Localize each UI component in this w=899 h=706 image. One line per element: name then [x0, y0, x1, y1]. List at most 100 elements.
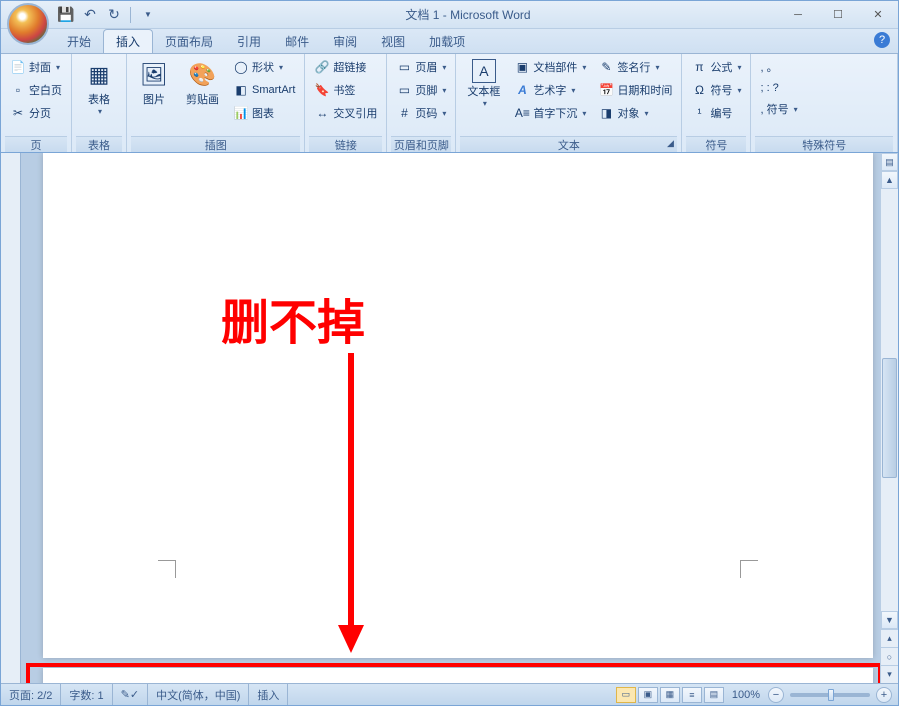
equation-button[interactable]: π公式▾	[686, 56, 746, 78]
blank-page-button[interactable]: ▫空白页	[5, 79, 67, 101]
group-header-footer-label: 页眉和页脚	[391, 136, 451, 152]
number-button[interactable]: ¹编号	[686, 102, 746, 124]
header-button[interactable]: ▭页眉▾	[391, 56, 451, 78]
tab-view[interactable]: 视图	[369, 30, 417, 53]
browse-object-button[interactable]: ○	[881, 647, 898, 665]
document-canvas[interactable]: ↵ 删不掉	[21, 153, 880, 683]
group-tables-label: 表格	[76, 136, 122, 152]
page-number-button[interactable]: #页码▾	[391, 102, 451, 124]
symbol-button[interactable]: Ω符号▾	[686, 79, 746, 101]
quick-parts-icon: ▣	[514, 59, 530, 75]
chart-button[interactable]: 📊图表	[228, 102, 300, 124]
cover-page-icon: 📄	[10, 59, 26, 75]
next-page-button[interactable]: ▾	[881, 665, 898, 683]
ribbon: 📄封面▾ ▫空白页 ✂分页 页 ▦ 表格▾ 表格 🖼图片 🎨剪贴画	[1, 53, 898, 153]
hyperlink-icon: 🔗	[314, 59, 330, 75]
zoom-slider[interactable]	[790, 693, 870, 697]
punct-row1-button[interactable]: , 。	[755, 56, 802, 78]
page-status[interactable]: 页面: 2/2	[1, 684, 61, 705]
print-layout-view-button[interactable]: ▭	[616, 687, 636, 703]
insert-mode-status[interactable]: 插入	[249, 684, 288, 705]
qat-save-button[interactable]: 💾	[55, 4, 77, 26]
scroll-up-button[interactable]: ▲	[881, 171, 898, 189]
outline-view-button[interactable]: ≡	[682, 687, 702, 703]
language-status[interactable]: 中文(简体，中国)	[148, 684, 249, 705]
page-number-icon: #	[396, 105, 412, 121]
zoom-slider-thumb[interactable]	[828, 689, 834, 701]
annotation-text: 删不掉	[221, 283, 365, 353]
picture-button[interactable]: 🖼图片	[131, 56, 177, 110]
help-button[interactable]: ?	[874, 32, 890, 48]
group-links-label: 链接	[309, 136, 382, 152]
punct-row2-button[interactable]: ; : ?	[755, 79, 802, 97]
ruler-toggle-button[interactable]: ▤	[881, 153, 898, 171]
textbox-button[interactable]: A文本框▾	[460, 56, 507, 111]
qat-customize-button[interactable]: ▼	[136, 4, 158, 26]
wordart-button[interactable]: A艺术字▾	[509, 79, 591, 101]
group-symbols-label: 符号	[686, 136, 746, 152]
proofing-status[interactable]: ✎✓	[113, 684, 148, 705]
number-icon: ¹	[691, 105, 707, 121]
smartart-button[interactable]: ◧SmartArt	[228, 79, 300, 101]
cross-reference-button[interactable]: ↔交叉引用	[309, 102, 382, 124]
document-page-2[interactable]: ↵	[43, 668, 873, 683]
zoom-out-button[interactable]: −	[768, 687, 784, 703]
tab-mailings[interactable]: 邮件	[273, 30, 321, 53]
page-break-button[interactable]: ✂分页	[5, 102, 67, 124]
drop-cap-button[interactable]: A≡首字下沉▾	[509, 102, 591, 124]
minimize-button[interactable]: ─	[778, 1, 818, 28]
vertical-ruler[interactable]	[1, 153, 21, 683]
cross-reference-icon: ↔	[314, 105, 330, 121]
qat-undo-button[interactable]: ↶	[79, 4, 101, 26]
group-special-symbols: , 。 ; : ? , 符号▾ 特殊符号	[751, 54, 898, 152]
group-header-footer: ▭页眉▾ ▭页脚▾ #页码▾ 页眉和页脚	[387, 54, 456, 152]
footer-button[interactable]: ▭页脚▾	[391, 79, 451, 101]
group-text: A文本框▾ ▣文档部件▾ A艺术字▾ A≡首字下沉▾ ✎签名行▾ 📅日期和时间 …	[456, 54, 682, 152]
zoom-level[interactable]: 100%	[732, 689, 760, 701]
close-button[interactable]: ✕	[858, 1, 898, 28]
qat-redo-button[interactable]: ↻	[103, 4, 125, 26]
shapes-button[interactable]: ◯形状▾	[228, 56, 300, 78]
bookmark-button[interactable]: 🔖书签	[309, 79, 382, 101]
clipart-button[interactable]: 🎨剪贴画	[179, 56, 226, 110]
group-pages-label: 页	[5, 136, 67, 152]
tab-insert[interactable]: 插入	[103, 29, 153, 53]
hyperlink-button[interactable]: 🔗超链接	[309, 56, 382, 78]
group-links: 🔗超链接 🔖书签 ↔交叉引用 链接	[305, 54, 387, 152]
document-page-1[interactable]	[43, 153, 873, 658]
scroll-track[interactable]	[881, 189, 898, 611]
tab-review[interactable]: 审阅	[321, 30, 369, 53]
status-bar: 页面: 2/2 字数: 1 ✎✓ 中文(简体，中国) 插入 ▭ ▣ ▦ ≡ ▤ …	[1, 683, 898, 705]
margin-guide-icon	[158, 560, 176, 578]
word-count-status[interactable]: 字数: 1	[61, 684, 112, 705]
maximize-button[interactable]: ☐	[818, 1, 858, 28]
draft-view-button[interactable]: ▤	[704, 687, 724, 703]
scroll-thumb[interactable]	[882, 358, 897, 478]
bookmark-icon: 🔖	[314, 82, 330, 98]
table-button[interactable]: ▦ 表格▾	[76, 56, 122, 119]
tab-addins[interactable]: 加载项	[417, 30, 477, 53]
shapes-icon: ◯	[233, 59, 249, 75]
group-symbols: π公式▾ Ω符号▾ ¹编号 符号	[682, 54, 751, 152]
office-button[interactable]	[7, 3, 49, 45]
web-layout-view-button[interactable]: ▦	[660, 687, 680, 703]
tab-page-layout[interactable]: 页面布局	[153, 30, 225, 53]
zoom-in-button[interactable]: +	[876, 687, 892, 703]
clipart-icon: 🎨	[187, 59, 219, 91]
scroll-down-button[interactable]: ▼	[881, 611, 898, 629]
tab-home[interactable]: 开始	[55, 30, 103, 53]
object-button[interactable]: ◨对象▾	[593, 102, 677, 124]
full-screen-view-button[interactable]: ▣	[638, 687, 658, 703]
group-tables: ▦ 表格▾ 表格	[72, 54, 127, 152]
text-group-launcher[interactable]: ◢	[664, 138, 676, 150]
tab-references[interactable]: 引用	[225, 30, 273, 53]
page-break-icon: ✂	[10, 105, 26, 121]
quick-parts-button[interactable]: ▣文档部件▾	[509, 56, 591, 78]
vertical-scrollbar[interactable]: ▤ ▲ ▼ ▴ ○ ▾	[880, 153, 898, 683]
prev-page-button[interactable]: ▴	[881, 629, 898, 647]
punct-more-button[interactable]: , 符号▾	[755, 98, 802, 120]
textbox-icon: A	[472, 59, 496, 83]
cover-page-button[interactable]: 📄封面▾	[5, 56, 67, 78]
date-time-button[interactable]: 📅日期和时间	[593, 79, 677, 101]
signature-line-button[interactable]: ✎签名行▾	[593, 56, 677, 78]
